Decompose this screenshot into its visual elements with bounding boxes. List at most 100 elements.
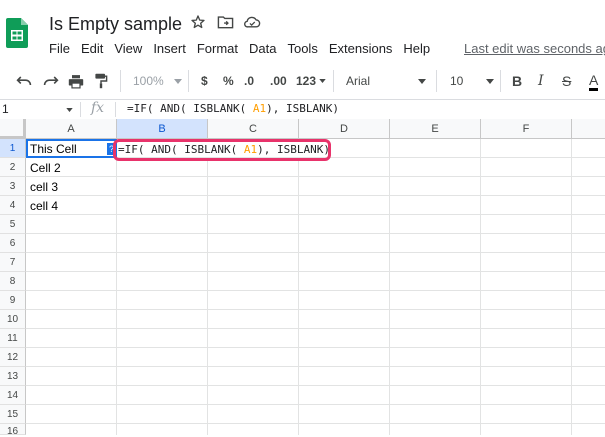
column-header-g[interactable] xyxy=(572,119,605,139)
chevron-down-icon xyxy=(418,78,426,84)
gridline xyxy=(26,423,605,424)
italic-button[interactable]: I xyxy=(538,72,544,90)
document-title[interactable]: Is Empty sample xyxy=(49,14,182,35)
select-all-corner[interactable] xyxy=(0,119,26,139)
bold-button[interactable]: B xyxy=(512,72,522,90)
menu-insert[interactable]: Insert xyxy=(153,41,186,59)
font-size-value: 10 xyxy=(450,74,464,88)
sheets-logo-icon[interactable] xyxy=(6,18,28,48)
undo-icon[interactable] xyxy=(16,72,32,90)
more-formats-button[interactable]: 123 xyxy=(296,72,326,90)
cloud-status-icon[interactable] xyxy=(243,14,261,32)
row-header-11[interactable]: 11 xyxy=(0,329,26,348)
menu-view[interactable]: View xyxy=(114,41,142,59)
gridline xyxy=(26,271,605,272)
print-icon[interactable] xyxy=(68,72,84,90)
chevron-down-icon xyxy=(319,79,326,83)
row-header-4[interactable]: 4 xyxy=(0,196,26,215)
column-header-b[interactable]: B xyxy=(117,119,208,139)
row-header-13[interactable]: 13 xyxy=(0,367,26,386)
cell-a3[interactable]: cell 3 xyxy=(30,180,58,194)
menu-edit[interactable]: Edit xyxy=(81,41,103,59)
row-header-6[interactable]: 6 xyxy=(0,234,26,253)
row-header-8[interactable]: 8 xyxy=(0,272,26,291)
gridline xyxy=(26,366,605,367)
menu-tools[interactable]: Tools xyxy=(287,41,317,59)
menu-format[interactable]: Format xyxy=(197,41,238,59)
formula-input[interactable]: =IF( AND( ISBLANK( A1), ISBLANK) xyxy=(127,102,339,115)
font-value: Arial xyxy=(346,74,371,88)
gridline xyxy=(26,214,605,215)
row-header-3[interactable]: 3 xyxy=(0,177,26,196)
menu-extensions[interactable]: Extensions xyxy=(329,41,393,59)
font-select[interactable]: Arial xyxy=(346,72,426,90)
decrease-decimal-label: .0 xyxy=(244,74,255,88)
zoom-value: 100% xyxy=(133,74,164,88)
column-header-d[interactable]: D xyxy=(299,119,390,139)
move-to-folder-icon[interactable] xyxy=(217,14,235,32)
percent-format-button[interactable]: % xyxy=(223,72,234,90)
strikethrough-button[interactable]: S xyxy=(562,72,571,90)
formula-divider xyxy=(115,102,116,117)
gridline xyxy=(116,139,117,435)
column-header-f[interactable]: F xyxy=(481,119,572,139)
menu-file[interactable]: File xyxy=(49,41,70,59)
gridline xyxy=(26,385,605,386)
menu-bar: File Edit View Insert Format Data Tools … xyxy=(49,41,441,59)
column-header-c[interactable]: C xyxy=(208,119,299,139)
formula-suffix: ), ISBLANK) xyxy=(266,102,339,115)
gridline xyxy=(26,404,605,405)
increase-decimal-button[interactable]: .00 xyxy=(270,72,287,90)
redo-icon[interactable] xyxy=(43,72,59,90)
row-header-9[interactable]: 9 xyxy=(0,291,26,310)
row-header-12[interactable]: 12 xyxy=(0,348,26,367)
gridline xyxy=(26,290,605,291)
row-header-16[interactable]: 16 xyxy=(0,424,26,437)
cell-a4[interactable]: cell 4 xyxy=(30,199,58,213)
spreadsheet-grid[interactable] xyxy=(0,119,605,435)
chevron-down-icon xyxy=(66,108,73,112)
gridline xyxy=(298,139,299,435)
currency-format-button[interactable]: $ xyxy=(201,72,208,90)
chevron-down-icon xyxy=(173,78,182,84)
gridline xyxy=(207,139,208,435)
column-header-a[interactable]: A xyxy=(26,119,117,139)
row-header-1[interactable]: 1 xyxy=(0,139,26,158)
gridline xyxy=(26,252,605,253)
toolbar-divider xyxy=(188,70,189,92)
zoom-select[interactable]: 100% xyxy=(133,72,182,90)
column-header-e[interactable]: E xyxy=(390,119,481,139)
last-edit-link[interactable]: Last edit was seconds ago xyxy=(464,41,605,56)
row-header-2[interactable]: 2 xyxy=(0,158,26,177)
chevron-down-icon xyxy=(486,78,494,84)
gridline xyxy=(389,139,390,435)
gridline xyxy=(26,347,605,348)
formula-prefix: =IF( AND( ISBLANK( xyxy=(127,102,253,115)
row-header-15[interactable]: 15 xyxy=(0,405,26,424)
toolbar-divider xyxy=(333,70,334,92)
menu-help[interactable]: Help xyxy=(403,41,430,59)
row-header-5[interactable]: 5 xyxy=(0,215,26,234)
more-formats-label: 123 xyxy=(296,74,317,88)
menu-data[interactable]: Data xyxy=(249,41,276,59)
cell-a2[interactable]: Cell 2 xyxy=(30,161,61,175)
gridline xyxy=(26,233,605,234)
formula-reference: A1 xyxy=(252,102,267,115)
toolbar-divider xyxy=(436,70,437,92)
font-size-select[interactable]: 10 xyxy=(450,72,494,90)
decrease-decimal-button[interactable]: .0 xyxy=(244,72,254,90)
increase-decimal-label: .00 xyxy=(270,74,287,88)
row-header-14[interactable]: 14 xyxy=(0,386,26,405)
row-header-7[interactable]: 7 xyxy=(0,253,26,272)
name-box-value: 1 xyxy=(2,102,9,116)
gridline xyxy=(571,139,572,435)
text-color-button[interactable]: A xyxy=(589,72,599,91)
fx-icon: fx xyxy=(91,100,105,116)
row-header-10[interactable]: 10 xyxy=(0,310,26,329)
paint-format-icon[interactable] xyxy=(94,72,108,90)
toolbar-divider xyxy=(120,70,121,92)
name-box[interactable]: 1 xyxy=(0,100,76,118)
annotation-highlight-box xyxy=(113,139,331,161)
star-icon[interactable] xyxy=(190,14,208,32)
gridline xyxy=(26,176,605,177)
